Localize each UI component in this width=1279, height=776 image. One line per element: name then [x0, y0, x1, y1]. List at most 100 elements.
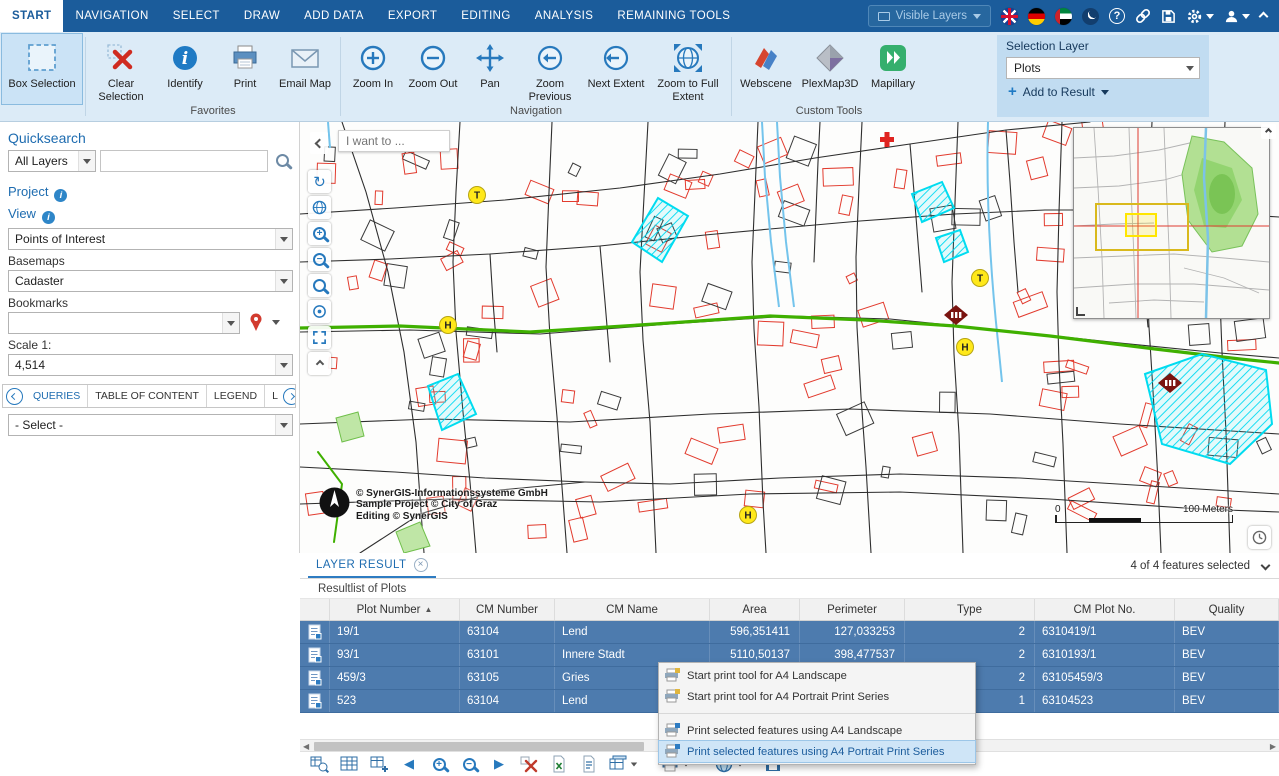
map-viewport[interactable]: THTHH ↻ + − © SynerGIS-Informationssyste…: [300, 122, 1279, 553]
center-map-button[interactable]: [308, 300, 331, 323]
next-extent-tool[interactable]: Next Extent: [584, 34, 648, 104]
scale-combobox[interactable]: 4,514: [8, 354, 293, 376]
menu-tab-add-data[interactable]: ADD DATA: [292, 0, 376, 32]
feature-info-icon[interactable]: [308, 693, 322, 709]
pan-tool[interactable]: Pan: [464, 34, 516, 104]
tab-table-of-content[interactable]: TABLE OF CONTENT: [88, 385, 207, 407]
menu-item-print-selected-portrait-series[interactable]: Print selected features using A4 Portrai…: [659, 741, 975, 762]
selection-layer-select[interactable]: Plots: [1006, 57, 1200, 79]
zoom-in-record-button[interactable]: +: [428, 754, 450, 774]
fullscreen-button[interactable]: [308, 326, 331, 349]
collapse-panel-button[interactable]: [1261, 561, 1271, 571]
zoom-previous-tool[interactable]: Zoom Previous: [516, 34, 584, 104]
info-icon[interactable]: i: [42, 211, 55, 224]
scroll-right-arrow[interactable]: ▶: [1270, 742, 1276, 751]
visible-layers-dropdown[interactable]: Visible Layers: [868, 5, 991, 27]
zoom-full-extent-tool[interactable]: Zoom to Full Extent: [648, 34, 728, 104]
next-record-button[interactable]: ▶: [488, 754, 510, 774]
overview-resize-handle[interactable]: [1076, 307, 1085, 316]
zoom-out-tool[interactable]: Zoom Out: [402, 34, 464, 104]
column-type[interactable]: Type: [905, 599, 1035, 620]
print-tool[interactable]: Print: [217, 34, 273, 104]
view-label[interactable]: Viewi: [8, 206, 55, 224]
column-perimeter[interactable]: Perimeter: [800, 599, 905, 620]
refresh-map-button[interactable]: ↻: [308, 170, 331, 193]
feature-info-icon[interactable]: [308, 647, 322, 663]
zoom-out-record-button[interactable]: −: [458, 754, 480, 774]
clear-result-button[interactable]: [518, 754, 540, 774]
column-plot-number[interactable]: Plot Number▲: [330, 599, 460, 620]
menu-tab-export[interactable]: EXPORT: [376, 0, 449, 32]
query-select[interactable]: - Select -: [8, 414, 293, 436]
previous-record-button[interactable]: ◀: [398, 754, 420, 774]
menu-tab-editing[interactable]: EDITING: [449, 0, 522, 32]
zoom-out-map-button[interactable]: −: [308, 248, 331, 271]
table-row[interactable]: 19/1 63104 Lend 596,351411 127,033253 2 …: [300, 621, 1279, 644]
feature-info-icon[interactable]: [308, 624, 322, 640]
map-scroll-up-button[interactable]: [1261, 124, 1276, 139]
language-arabic-flag-icon[interactable]: [1055, 8, 1072, 25]
export-excel-button[interactable]: [548, 754, 570, 774]
info-icon[interactable]: i: [54, 189, 67, 202]
scroll-left-arrow[interactable]: ◀: [303, 742, 309, 751]
zoom-window-button[interactable]: [308, 274, 331, 297]
language-german-flag-icon[interactable]: [1028, 8, 1045, 25]
basemaps-select[interactable]: Cadaster: [8, 270, 293, 292]
column-cm-number[interactable]: CM Number: [460, 599, 555, 620]
table-options-button[interactable]: [608, 754, 638, 774]
settings-gear-button[interactable]: [1186, 8, 1214, 25]
collapse-ribbon-button[interactable]: [1260, 13, 1267, 20]
mapillary-tool[interactable]: Mapillary: [863, 34, 923, 104]
menu-tab-navigation[interactable]: NAVIGATION: [63, 0, 160, 32]
user-account-button[interactable]: [1224, 9, 1250, 24]
menu-tab-analysis[interactable]: ANALYSIS: [523, 0, 606, 32]
add-to-result-button[interactable]: + Add to Result: [1006, 83, 1200, 101]
i-want-to-input[interactable]: [338, 130, 450, 152]
tab-legend[interactable]: LEGEND: [207, 385, 265, 407]
save-project-icon[interactable]: [1161, 9, 1176, 24]
column-quality[interactable]: Quality: [1175, 599, 1279, 620]
menu-item-print-selected-landscape[interactable]: Print selected features using A4 Landsca…: [659, 720, 975, 741]
tab-clipped[interactable]: L: [265, 385, 280, 407]
clear-selection-tool[interactable]: Clear Selection: [89, 34, 153, 104]
zoom-to-selected-button[interactable]: [308, 754, 330, 774]
scrollbar-thumb[interactable]: [314, 742, 644, 751]
language-english-flag-icon[interactable]: [1001, 8, 1018, 25]
quicksearch-input[interactable]: [100, 150, 268, 172]
menu-item-print-tool-landscape[interactable]: Start print tool for A4 Landscape: [659, 665, 975, 686]
close-icon[interactable]: ×: [414, 558, 428, 572]
column-area[interactable]: Area: [710, 599, 800, 620]
open-table-button[interactable]: [338, 754, 360, 774]
zoom-in-map-button[interactable]: +: [308, 222, 331, 245]
add-bookmark-button[interactable]: [248, 312, 264, 332]
share-link-icon[interactable]: [1135, 8, 1151, 24]
webscene-tool[interactable]: Webscene: [735, 34, 797, 104]
box-selection-tool[interactable]: Box Selection: [2, 34, 82, 104]
layer-result-tab[interactable]: LAYER RESULT ×: [308, 553, 436, 578]
tabs-scroll-right-button[interactable]: [283, 388, 296, 405]
toolbar-collapse-button[interactable]: [308, 352, 331, 375]
tabs-scroll-left-button[interactable]: [6, 388, 23, 405]
email-map-tool[interactable]: Email Map: [273, 34, 337, 104]
project-label[interactable]: Projecti: [8, 184, 67, 202]
menu-tab-draw[interactable]: DRAW: [232, 0, 292, 32]
overview-map[interactable]: [1073, 127, 1270, 319]
tab-queries[interactable]: QUERIES: [26, 385, 88, 407]
menu-tab-remaining-tools[interactable]: REMAINING TOOLS: [605, 0, 742, 32]
menu-item-print-tool-portrait-series[interactable]: Start print tool for A4 Portrait Print S…: [659, 686, 975, 707]
globe-button[interactable]: [308, 196, 331, 219]
menu-tab-start[interactable]: START: [0, 0, 63, 32]
search-scope-select[interactable]: All Layers: [8, 150, 96, 172]
bookmarks-select[interactable]: [8, 312, 240, 334]
zoom-in-tool[interactable]: Zoom In: [344, 34, 402, 104]
collapse-sidebar-button[interactable]: [310, 132, 328, 154]
help-icon[interactable]: ?: [1109, 8, 1125, 24]
identify-tool[interactable]: i Identify: [153, 34, 217, 104]
export-file-button[interactable]: [578, 754, 600, 774]
plexmap3d-tool[interactable]: PlexMap3D: [797, 34, 863, 104]
menu-tab-select[interactable]: SELECT: [161, 0, 232, 32]
search-icon[interactable]: [276, 154, 289, 167]
bookmark-menu-caret[interactable]: [272, 320, 280, 325]
column-cm-name[interactable]: CM Name: [555, 599, 710, 620]
dark-mode-icon[interactable]: [1082, 8, 1099, 25]
